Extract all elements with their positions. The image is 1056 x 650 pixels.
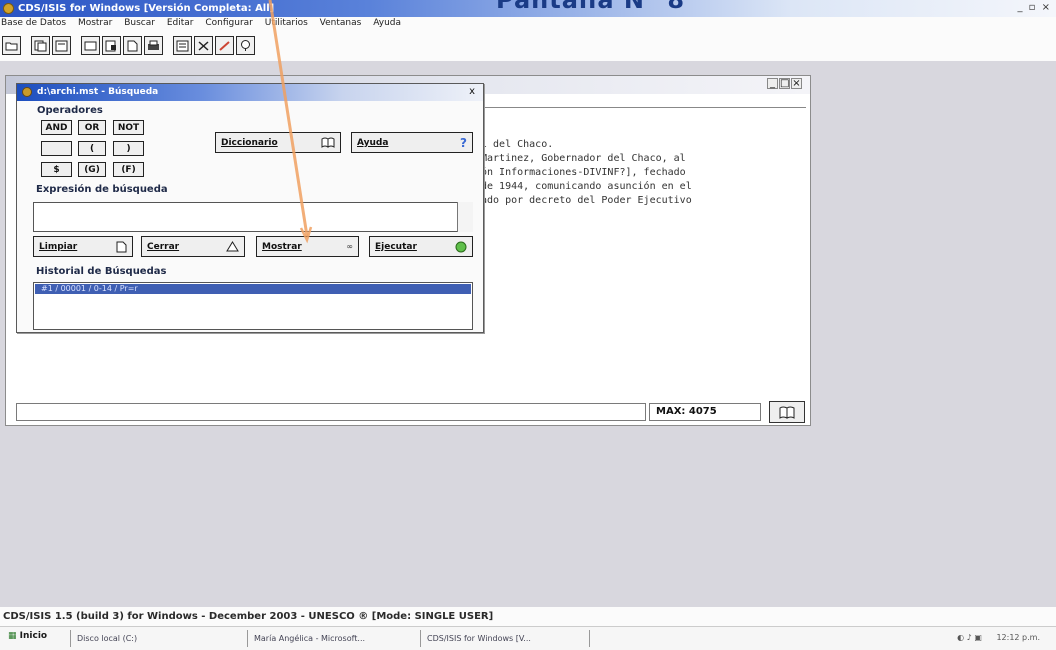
system-tray: ◐ ♪ ▣ 12:12 p.m. <box>957 633 1040 642</box>
operator-blank-button[interactable] <box>41 141 72 156</box>
slide-heading: Pantalla N° 8 <box>496 0 686 14</box>
show-button-label: Mostrar <box>262 241 302 252</box>
help-button-label: Ayuda <box>357 137 389 148</box>
operators-label: Operadores <box>37 105 103 116</box>
minimize-button[interactable]: _ <box>1017 2 1022 13</box>
history-item[interactable]: #1 / 00001 / 0-14 / Pr=r <box>35 284 471 294</box>
execute-button[interactable]: Ejecutar <box>369 236 473 257</box>
menu-buscar[interactable]: Buscar <box>124 18 155 28</box>
maximize-button[interactable]: ▫ <box>1029 2 1036 13</box>
execute-button-label: Ejecutar <box>375 241 417 252</box>
menu-ayuda[interactable]: Ayuda <box>373 18 401 28</box>
menu-utilitarios[interactable]: Utilitarios <box>265 18 308 28</box>
clear-button[interactable]: Limpiar <box>33 236 133 257</box>
open-icon[interactable] <box>2 36 21 55</box>
taskbar-item-label: CDS/ISIS for Windows [V... <box>427 634 531 643</box>
search-dialog-title-bar: d:\archi.mst - Búsqueda <box>17 84 483 101</box>
page-icon <box>116 241 127 252</box>
glasses-icon: ∞ <box>346 242 353 251</box>
menu-mostrar[interactable]: Mostrar <box>78 18 112 28</box>
show-button[interactable]: Mostrar ∞ <box>256 236 359 257</box>
toolbar <box>2 36 257 56</box>
tray-icons[interactable]: ◐ ♪ ▣ <box>957 633 982 642</box>
print-icon[interactable] <box>144 36 163 55</box>
close-button[interactable]: × <box>1042 2 1050 13</box>
record-line: Martinez, Gobernador del Chaco, al <box>481 153 686 164</box>
close-button[interactable]: × <box>791 78 802 89</box>
expression-scrollbar[interactable] <box>457 202 473 232</box>
mfn-input[interactable] <box>16 403 646 421</box>
not-button[interactable]: NOT <box>113 120 144 135</box>
book-icon <box>779 406 795 419</box>
config-icon[interactable] <box>173 36 192 55</box>
restore-button[interactable]: □ <box>779 78 790 89</box>
document-icon[interactable] <box>123 36 142 55</box>
record-line: l del Chaco. <box>481 139 554 150</box>
dictionary-button-label: Diccionario <box>221 137 278 148</box>
search-dialog-title: d:\archi.mst - Búsqueda <box>37 87 159 97</box>
f-operator-button[interactable]: (F) <box>113 162 144 177</box>
dictionary-book-button[interactable] <box>769 401 805 423</box>
dialog-icon <box>22 87 32 97</box>
menu-base-de-datos[interactable]: Base de Datos <box>1 18 66 28</box>
search-dialog: d:\archi.mst - Búsqueda x Operadores AND… <box>16 83 484 333</box>
taskbar-item-word[interactable]: María Angélica - Microsoft... <box>247 630 417 647</box>
max-mfn-field: MAX: 4075 <box>649 403 761 421</box>
taskbar-item-cdsisis[interactable]: CDS/ISIS for Windows [V... <box>420 630 590 647</box>
edit-icon[interactable] <box>215 36 234 55</box>
record-line: ado por decreto del Poder Ejecutivo <box>481 195 692 206</box>
record-icon[interactable] <box>81 36 100 55</box>
close-dialog-button[interactable]: Cerrar <box>141 236 245 257</box>
dictionary-button[interactable]: Diccionario <box>215 132 341 153</box>
question-icon: ? <box>460 135 467 150</box>
menu-editar[interactable]: Editar <box>167 18 194 28</box>
g-operator-button[interactable]: (G) <box>78 162 106 177</box>
menu-ventanas[interactable]: Ventanas <box>320 18 362 28</box>
open-paren-button[interactable]: ( <box>78 141 106 156</box>
close-dialog-button-label: Cerrar <box>147 241 180 252</box>
truncation-button[interactable]: $ <box>41 162 72 177</box>
start-label: Inicio <box>19 631 48 641</box>
clock: 12:12 p.m. <box>996 633 1040 642</box>
search-history-list[interactable]: #1 / 00001 / 0-14 / Pr=r <box>33 282 473 330</box>
browse-icon[interactable] <box>52 36 71 55</box>
tools-icon[interactable] <box>194 36 213 55</box>
minimize-button[interactable]: _ <box>767 78 778 89</box>
expression-label: Expresión de búsqueda <box>36 184 168 195</box>
app-icon <box>3 3 14 14</box>
record-window-controls[interactable]: _ □ × <box>766 78 802 89</box>
windows-logo-icon: ▦ <box>8 631 17 641</box>
app-title: CDS/ISIS for Windows [Versión Completa: … <box>18 3 275 14</box>
record-line: de 1944, comunicando asunción en el <box>481 181 692 192</box>
app-window-controls[interactable]: _ ▫ × <box>1014 2 1050 13</box>
or-button[interactable]: OR <box>78 120 106 135</box>
menu-configurar[interactable]: Configurar <box>205 18 253 28</box>
record-line: ón Informaciones-DIVINF?], fechado <box>481 167 686 178</box>
and-button[interactable]: AND <box>41 120 72 135</box>
status-bar: CDS/ISIS 1.5 (build 3) for Windows - Dec… <box>3 611 494 622</box>
history-label: Historial de Búsquedas <box>36 266 167 277</box>
taskbar: ▦ Inicio Disco local (C:) María Angélica… <box>0 626 1056 650</box>
run-icon <box>455 241 467 252</box>
taskbar-item-label: Disco local (C:) <box>77 634 138 643</box>
help-icon[interactable] <box>236 36 255 55</box>
db-icon[interactable] <box>31 36 50 55</box>
warning-icon <box>226 241 239 252</box>
taskbar-item-label: María Angélica - Microsoft... <box>254 634 366 643</box>
help-button[interactable]: Ayuda ? <box>351 132 473 153</box>
dialog-close-button[interactable]: x <box>469 86 475 97</box>
clear-button-label: Limpiar <box>39 241 78 252</box>
menu-bar: Base de Datos Mostrar Buscar Editar Conf… <box>0 18 410 32</box>
book-icon <box>321 137 335 148</box>
search-expression-input[interactable] <box>33 202 473 232</box>
record-new-icon[interactable] <box>102 36 121 55</box>
close-paren-button[interactable]: ) <box>113 141 144 156</box>
divider <box>476 107 806 108</box>
record-display: l del Chaco. Martinez, Gobernador del Cha… <box>481 138 811 208</box>
taskbar-item-disk[interactable]: Disco local (C:) <box>70 630 240 647</box>
start-button[interactable]: ▦ Inicio <box>8 631 47 641</box>
